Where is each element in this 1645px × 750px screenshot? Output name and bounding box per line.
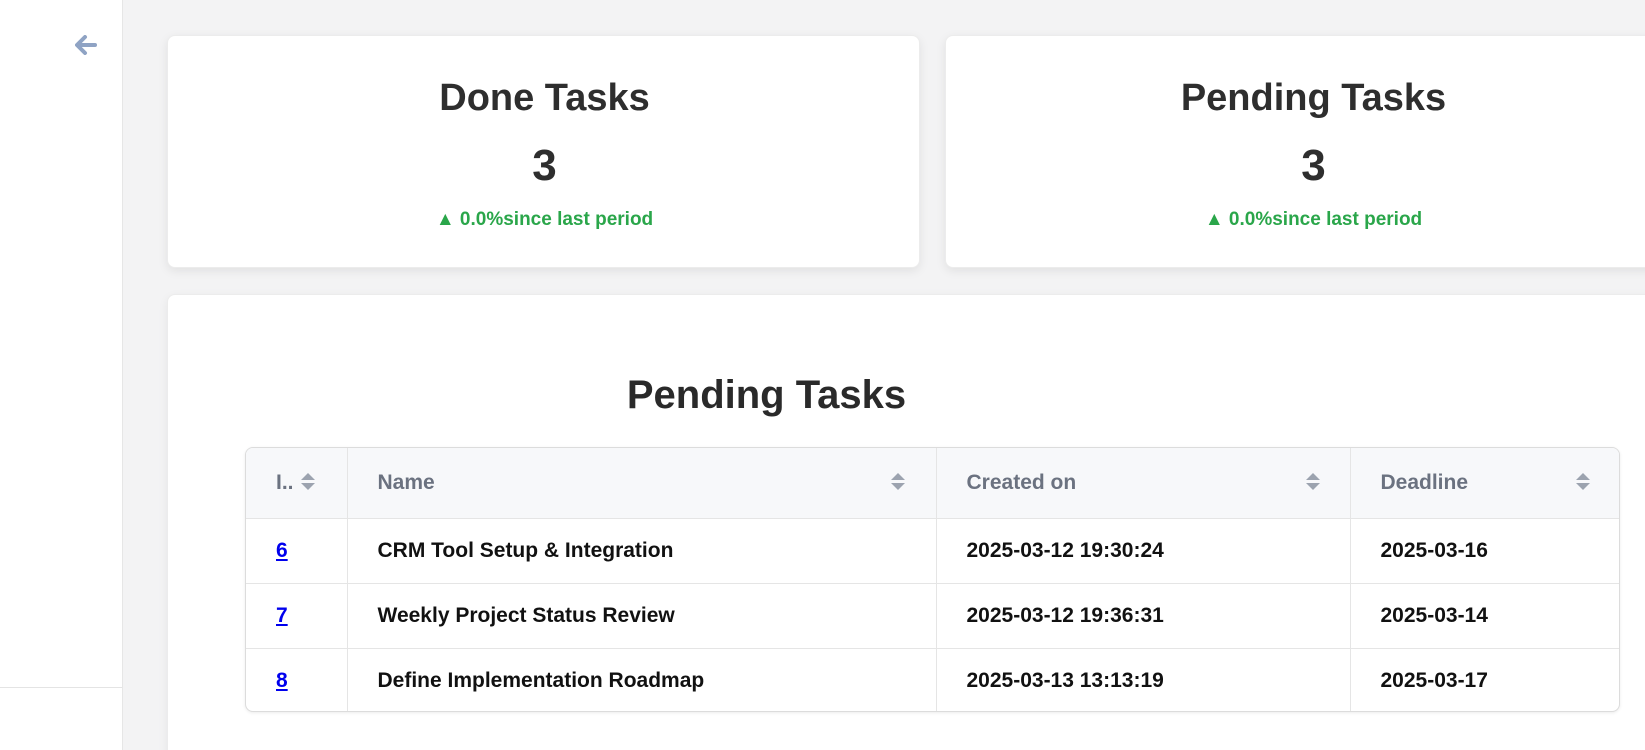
pending-tasks-value: 3 bbox=[1301, 141, 1326, 190]
done-tasks-card: Done Tasks 3 ▲ 0.0%since last period bbox=[167, 35, 920, 268]
sidebar-divider bbox=[0, 687, 122, 688]
pending-table-title: Pending Tasks bbox=[626, 373, 907, 417]
task-id-link[interactable]: 6 bbox=[276, 539, 288, 562]
task-deadline-cell: 2025-03-16 bbox=[1350, 518, 1619, 584]
sort-icon[interactable] bbox=[301, 473, 315, 493]
task-created-cell: 2025-03-12 19:36:31 bbox=[936, 583, 1351, 649]
done-tasks-trend: ▲ 0.0%since last period bbox=[435, 209, 654, 230]
task-created-cell: 2025-03-12 19:30:24 bbox=[936, 518, 1351, 584]
pending-tasks-card: Pending Tasks 3 ▲ 0.0%since last period bbox=[945, 35, 1645, 268]
sort-icon[interactable] bbox=[1575, 473, 1590, 493]
pending-tasks-trend: ▲ 0.0%since last period bbox=[1204, 209, 1423, 230]
pending-tasks-table: I.. Name Created on Deadline 6 CRM Tool … bbox=[245, 447, 1620, 712]
table-row: 6 CRM Tool Setup & Integration 2025-03-1… bbox=[246, 518, 1619, 584]
done-tasks-value: 3 bbox=[532, 141, 557, 190]
task-name-cell: CRM Tool Setup & Integration bbox=[347, 518, 937, 584]
table-row: 7 Weekly Project Status Review 2025-03-1… bbox=[246, 583, 1619, 649]
task-name-cell: Weekly Project Status Review bbox=[347, 583, 937, 649]
table-row: 8 Define Implementation Roadmap 2025-03-… bbox=[246, 648, 1619, 711]
pending-tasks-title: Pending Tasks bbox=[1180, 77, 1447, 119]
done-tasks-title: Done Tasks bbox=[439, 77, 650, 119]
task-created-cell: 2025-03-13 13:13:19 bbox=[936, 648, 1351, 711]
collapse-sidebar-button[interactable] bbox=[73, 32, 99, 58]
task-deadline-cell: 2025-03-14 bbox=[1350, 583, 1619, 649]
column-header-created-on[interactable]: Created on bbox=[936, 448, 1351, 519]
column-header-deadline[interactable]: Deadline bbox=[1350, 448, 1619, 519]
sort-icon[interactable] bbox=[1305, 473, 1320, 493]
task-name-cell: Define Implementation Roadmap bbox=[347, 648, 937, 711]
arrow-left-icon bbox=[75, 35, 97, 55]
task-deadline-cell: 2025-03-17 bbox=[1380, 668, 1488, 692]
task-id-cell: 8 bbox=[246, 648, 348, 711]
task-id-cell: 6 bbox=[246, 518, 348, 584]
task-id-link[interactable]: 7 bbox=[276, 604, 288, 627]
task-id-cell: 7 bbox=[246, 583, 348, 649]
sort-icon[interactable] bbox=[890, 473, 905, 493]
column-header-name[interactable]: Name bbox=[347, 448, 937, 519]
table-header-row: I.. Name Created on Deadline bbox=[246, 448, 1619, 519]
task-id-link[interactable]: 8 bbox=[276, 669, 288, 692]
column-header-id[interactable]: I.. bbox=[246, 448, 348, 519]
